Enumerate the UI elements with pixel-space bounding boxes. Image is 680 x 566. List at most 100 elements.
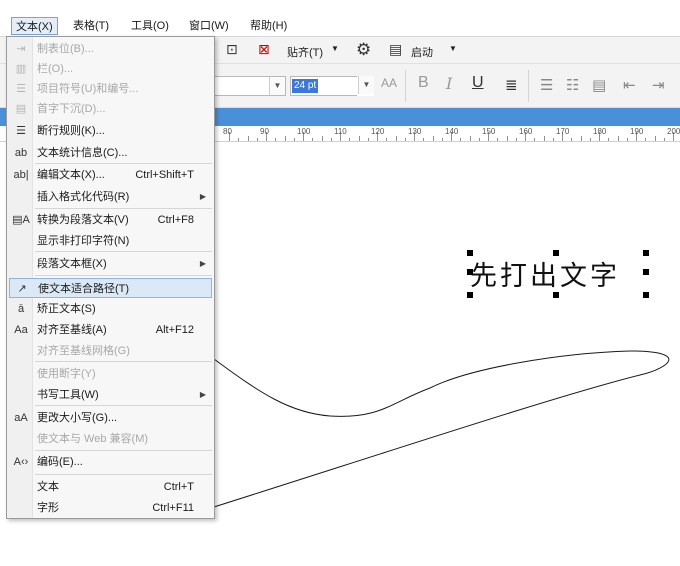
snap-label[interactable]: 贴齐(T) — [287, 44, 323, 60]
selection-handle[interactable] — [643, 269, 649, 275]
menu-separator — [35, 251, 212, 252]
encoding-icon: A‹› — [13, 456, 29, 468]
ruler-minor-tick — [543, 136, 545, 141]
ruler-minor-tick — [358, 136, 360, 141]
menu-item-shortcut: Ctrl+F8 — [157, 214, 194, 226]
toolbar-separator — [528, 70, 529, 102]
selection-handle[interactable] — [643, 292, 649, 298]
menu-item: 使文本与 Web 兼容(M) — [9, 429, 212, 449]
menu-item-label: 文本统计信息(C)... — [37, 147, 128, 159]
ruler-number: 140 — [445, 127, 459, 136]
menu-item-label: 段落文本框(X) — [37, 258, 107, 270]
drop-cap-icon[interactable]: ▤ — [592, 76, 606, 94]
path-text[interactable]: 先打出文字 — [470, 254, 620, 293]
gear-icon[interactable]: ⚙ — [356, 40, 371, 60]
menu-window[interactable]: 窗口(W) — [185, 17, 233, 35]
align-icon[interactable]: ≣ — [505, 76, 518, 94]
ruler-minor-tick — [432, 136, 434, 141]
menu-item: ☰ 项目符号(U)和编号... — [9, 79, 212, 99]
ruler-minor-tick — [247, 136, 249, 141]
chevron-down-icon: ▼ — [269, 77, 285, 95]
menu-item[interactable]: ▤A 转换为段落文本(V) Ctrl+F8 — [9, 210, 212, 230]
snap-dropdown-icon[interactable]: ▼ — [331, 44, 339, 53]
menu-item[interactable]: 字形 Ctrl+F11 — [9, 498, 212, 518]
submenu-arrow-icon: ▶ — [199, 192, 206, 201]
launch-label[interactable]: 启动 — [411, 44, 433, 60]
selection-handle[interactable] — [553, 250, 559, 256]
ruler-number: 90 — [260, 127, 269, 136]
decrease-indent-icon[interactable]: ⇤ — [623, 76, 636, 94]
ruler-minor-tick — [617, 136, 619, 141]
menu-item[interactable]: 插入格式化代码(R) ▶ — [9, 187, 212, 207]
bullet-list-icon[interactable]: ☰ — [540, 76, 553, 94]
ruler-minor-tick — [497, 138, 499, 141]
menu-tools[interactable]: 工具(O) — [127, 17, 173, 35]
menu-item[interactable]: 显示非打印字符(N) — [9, 231, 212, 251]
selection-handle[interactable] — [467, 250, 473, 256]
ruler-minor-tick — [506, 136, 508, 141]
menu-item-shortcut: Ctrl+Shift+T — [135, 169, 194, 181]
selection-handle[interactable] — [467, 269, 473, 275]
menu-separator — [35, 208, 212, 209]
italic-button[interactable]: I — [446, 74, 452, 93]
ruler-minor-tick — [469, 136, 471, 141]
menu-item[interactable]: 段落文本框(X) ▶ — [9, 254, 212, 274]
menu-item[interactable]: ☰ 断行规则(K)... — [9, 121, 212, 141]
menu-item[interactable]: ab 文本统计信息(C)... — [9, 143, 212, 163]
bold-button[interactable]: B — [418, 74, 429, 92]
font-size-dropdown[interactable]: ▼ — [357, 76, 374, 96]
menu-separator — [35, 450, 212, 451]
menu-item[interactable]: ab| 编辑文本(X)... Ctrl+Shift+T — [9, 165, 212, 185]
increase-indent-icon[interactable]: ⇥ — [652, 76, 665, 94]
ruler-minor-tick — [256, 138, 258, 141]
ruler-minor-tick — [589, 138, 591, 141]
menu-item: 使用断字(Y) — [9, 364, 212, 384]
ruler-number: 80 — [223, 127, 232, 136]
menu-item-label: 断行规则(K)... — [37, 125, 105, 137]
ruler-minor-tick — [626, 138, 628, 141]
selection-handle[interactable] — [553, 292, 559, 298]
menu-item[interactable]: 文本 Ctrl+T — [9, 477, 212, 497]
menu-separator — [35, 163, 212, 164]
ruler-minor-tick — [654, 136, 656, 141]
view-icon[interactable]: ⊡ — [226, 41, 238, 58]
numbered-list-icon[interactable]: ☷ — [566, 76, 579, 94]
menu-item[interactable]: aA 更改大小写(G)... — [9, 408, 212, 428]
edit-text-icon: ab| — [13, 169, 29, 181]
ruler-number: 190 — [630, 127, 644, 136]
interactive-text-icon[interactable]: AA — [381, 76, 397, 90]
selection-handle[interactable] — [467, 292, 473, 298]
menu-item-label: 显示非打印字符(N) — [37, 235, 130, 247]
ruler-minor-tick — [580, 136, 582, 141]
menu-text[interactable]: 文本(X) — [11, 17, 58, 35]
snap-icon[interactable]: ⊠ — [258, 41, 270, 58]
ruler-minor-tick — [441, 138, 443, 141]
ruler-number: 120 — [371, 127, 385, 136]
menu-item-label: 转换为段落文本(V) — [37, 214, 129, 226]
menu-help[interactable]: 帮助(H) — [246, 17, 291, 35]
ruler-minor-tick — [478, 138, 480, 141]
launch-dropdown-icon[interactable]: ▼ — [449, 44, 457, 53]
menu-item[interactable]: ↗ 使文本适合路径(T) — [9, 278, 212, 298]
underline-button[interactable]: U — [472, 74, 484, 92]
menu-item[interactable]: ā 矫正文本(S) — [9, 299, 212, 319]
menu-separator — [35, 405, 212, 406]
menu-item[interactable]: Aa 对齐至基线(A) Alt+F12 — [9, 320, 212, 340]
ruler-minor-tick — [284, 136, 286, 141]
menu-item-label: 首字下沉(D)... — [37, 103, 106, 115]
launch-icon[interactable]: ▤ — [389, 41, 402, 58]
font-list-dropdown[interactable]: ▼ — [210, 76, 286, 96]
menu-item[interactable]: 书写工具(W) ▶ — [9, 385, 212, 405]
menu-item-label: 使用断字(Y) — [37, 368, 96, 380]
menu-table[interactable]: 表格(T) — [69, 17, 113, 35]
ruler-number: 160 — [519, 127, 533, 136]
menu-item-shortcut: Alt+F12 — [155, 324, 194, 336]
menu-item[interactable]: A‹› 编码(E)... — [9, 452, 212, 472]
menu-item: ▤ 首字下沉(D)... — [9, 99, 212, 119]
selection-handle[interactable] — [643, 250, 649, 256]
menu-item-label: 字形 — [37, 502, 59, 514]
font-size-field[interactable]: 24 pt ▼ — [290, 76, 374, 96]
columns-icon: ▥ — [15, 63, 27, 75]
ruler-minor-tick — [534, 138, 536, 141]
menu-item-label: 矫正文本(S) — [37, 303, 96, 315]
